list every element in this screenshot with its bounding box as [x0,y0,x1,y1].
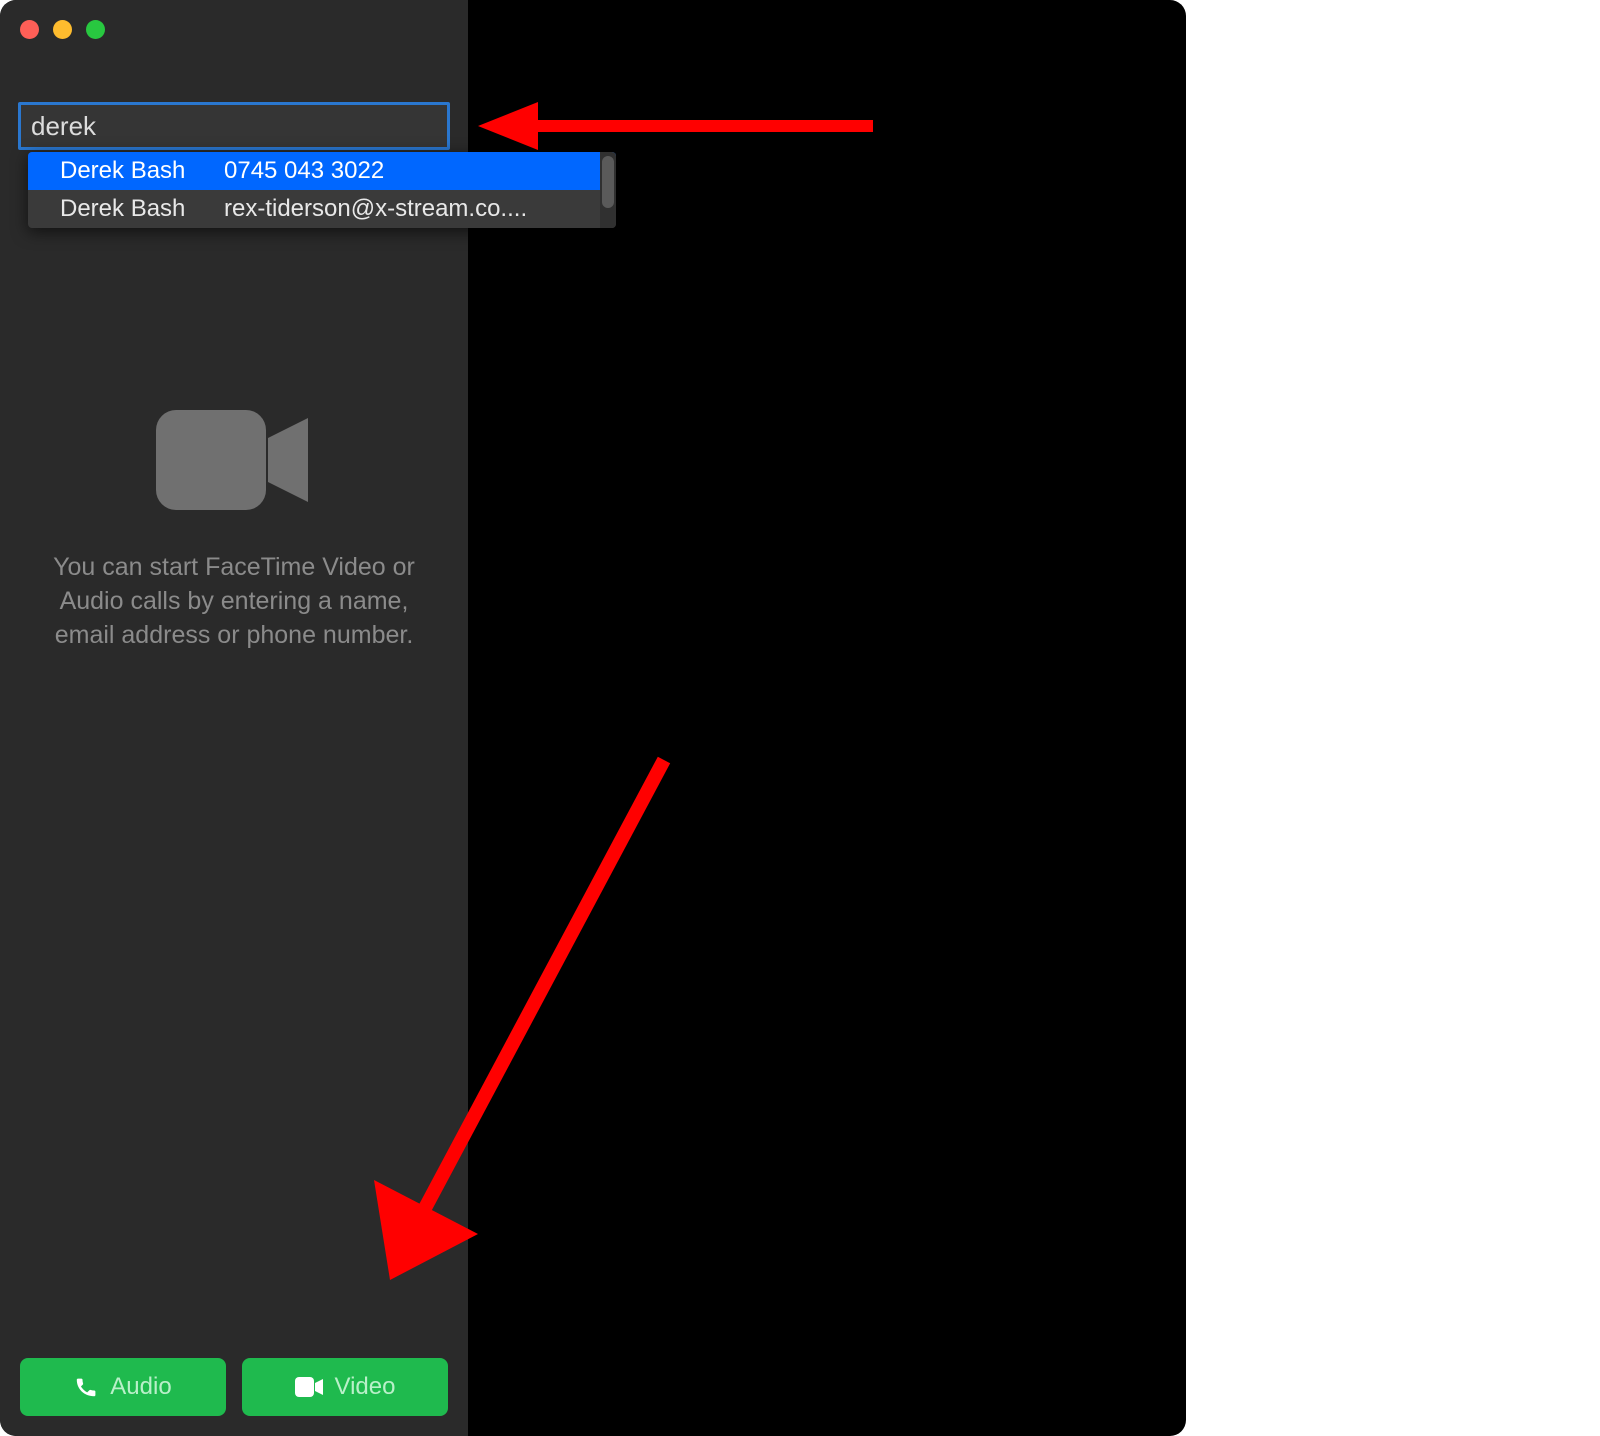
suggestion-name: Derek Bash [60,157,224,185]
phone-icon [74,1375,98,1399]
video-icon [295,1377,323,1397]
minimize-window-button[interactable] [53,20,72,39]
autocomplete-item[interactable]: Derek Bash rex-tiderson@x-stream.co.... [28,190,616,228]
video-call-button[interactable]: Video [242,1358,448,1416]
recipient-search-input[interactable] [18,102,450,150]
empty-state-hint: You can start FaceTime Video or Audio ca… [34,551,434,652]
audio-call-button[interactable]: Audio [20,1358,226,1416]
suggestion-name: Derek Bash [60,195,224,223]
facetime-window: Derek Bash 0745 043 3022 Derek Bash rex-… [0,0,1186,1436]
call-button-bar: Audio Video [20,1358,448,1416]
maximize-window-button[interactable] [86,20,105,39]
annotation-arrow-icon [478,96,878,156]
video-call-label: Video [335,1373,396,1401]
suggestion-detail: 0745 043 3022 [224,157,616,185]
autocomplete-popup: Derek Bash 0745 043 3022 Derek Bash rex-… [28,152,616,228]
autocomplete-item[interactable]: Derek Bash 0745 043 3022 [28,152,616,190]
autocomplete-scroll-thumb[interactable] [602,156,614,208]
suggestion-detail: rex-tiderson@x-stream.co.... [224,195,616,223]
audio-call-label: Audio [110,1373,171,1401]
empty-state: You can start FaceTime Video or Audio ca… [0,390,468,652]
close-window-button[interactable] [20,20,39,39]
annotation-arrow-icon [344,740,704,1300]
autocomplete-scrollbar[interactable] [600,152,616,228]
search-wrap [18,102,450,150]
camera-icon [156,410,312,515]
window-controls [20,20,105,39]
